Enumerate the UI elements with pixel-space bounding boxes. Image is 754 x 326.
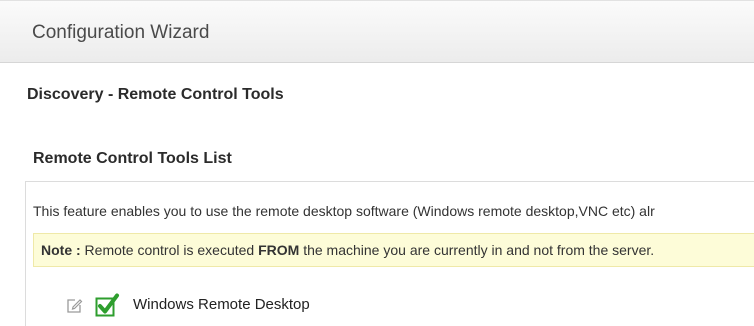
note-text-before: Remote control is executed <box>80 242 259 258</box>
tools-list-panel: This feature enables you to use the remo… <box>25 181 754 326</box>
wizard-header: Configuration Wizard <box>0 0 754 63</box>
feature-description: This feature enables you to use the remo… <box>33 203 655 219</box>
wizard-title: Configuration Wizard <box>32 22 210 43</box>
list-item: Windows Remote Desktop <box>62 292 462 322</box>
page-title: Discovery - Remote Control Tools <box>27 86 284 103</box>
tool-name: Windows Remote Desktop <box>133 296 310 313</box>
tools-list-title: Remote Control Tools List <box>33 150 232 167</box>
note-emphasis: FROM <box>258 242 300 258</box>
note-box: Note : Remote control is executed FROM t… <box>33 233 754 267</box>
note-label: Note : <box>41 242 81 258</box>
edit-icon[interactable] <box>65 297 83 315</box>
note-text-after: the machine you are currently in and not… <box>299 242 655 258</box>
enabled-checkbox-icon[interactable] <box>95 292 121 318</box>
